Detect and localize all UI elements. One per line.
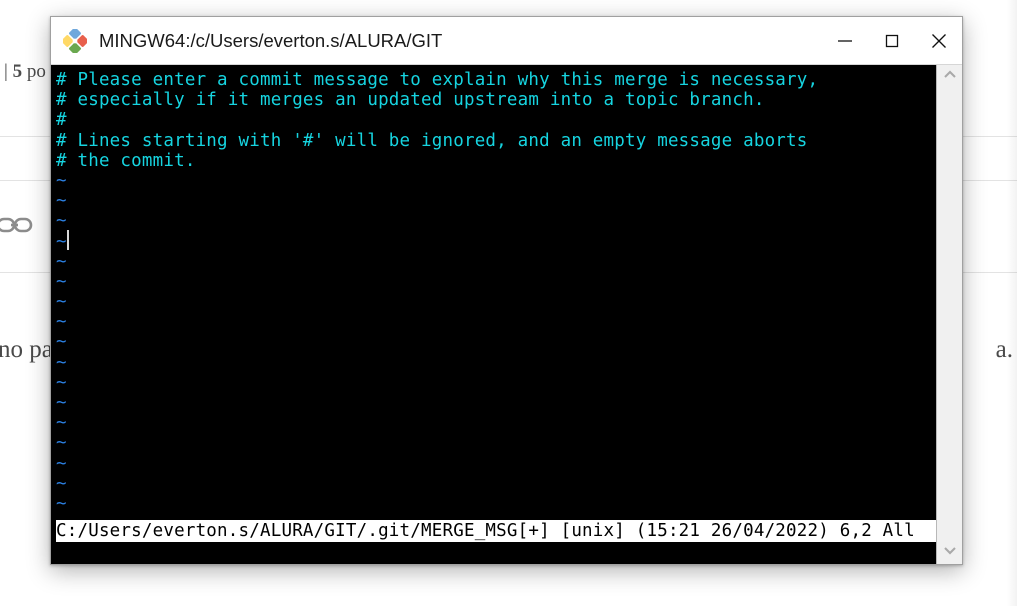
terminal-body[interactable]: # Please enter a commit message to expla… xyxy=(51,65,962,564)
vim-empty-line-marker: ~ xyxy=(56,191,67,212)
maximize-icon xyxy=(881,30,903,52)
vim-empty-line-marker: ~ xyxy=(56,453,67,474)
minimize-button[interactable] xyxy=(821,17,868,64)
background-points-label: | 5 po xyxy=(4,61,46,83)
mingw64-terminal-window[interactable]: MINGW64:/c/Users/everton.s/ALURA/GIT # P… xyxy=(50,16,963,565)
background-points-prefix: | xyxy=(4,61,13,82)
vim-empty-line-marker: ~ xyxy=(56,211,67,232)
scrollbar-track[interactable] xyxy=(937,89,962,540)
background-points-value: 5 xyxy=(12,61,23,82)
window-title-bar[interactable]: MINGW64:/c/Users/everton.s/ALURA/GIT xyxy=(51,17,962,65)
vim-empty-line-marker: ~ xyxy=(56,473,67,494)
vim-empty-line-marker: ~ xyxy=(56,271,67,292)
vim-empty-line-marker: ~ xyxy=(56,372,67,393)
scrollbar-up-button[interactable] xyxy=(937,65,963,89)
vim-empty-line-marker: ~ xyxy=(56,332,67,353)
vim-line: # the commit. xyxy=(56,150,196,171)
vim-empty-line-marker: ~ xyxy=(56,433,67,454)
vim-empty-line-marker: ~ xyxy=(56,352,67,373)
vim-line: # Please enter a commit message to expla… xyxy=(56,70,819,90)
vim-empty-line-marker: ~ xyxy=(56,312,67,333)
vim-empty-line-marker: ~ xyxy=(56,251,67,272)
vim-line: # xyxy=(56,110,67,131)
close-icon xyxy=(927,29,951,53)
vim-status-line: C:/Users/everton.s/ALURA/GIT/.git/MERGE_… xyxy=(56,520,936,542)
vim-empty-line-marker: ~ xyxy=(56,493,67,514)
vim-empty-line-marker: ~ xyxy=(56,231,67,252)
minimize-icon xyxy=(834,30,856,52)
vim-line: # Lines starting with '#' will be ignore… xyxy=(56,130,808,151)
vim-buffer: # Please enter a commit message to expla… xyxy=(51,65,936,534)
vim-empty-line-marker: ~ xyxy=(56,413,67,434)
window-title: MINGW64:/c/Users/everton.s/ALURA/GIT xyxy=(99,29,443,51)
close-button[interactable] xyxy=(915,17,962,64)
chevron-up-icon xyxy=(942,68,958,86)
vim-empty-line-marker: ~ xyxy=(56,170,67,191)
page-edge-shading xyxy=(1007,0,1017,606)
vim-console[interactable]: # Please enter a commit message to expla… xyxy=(51,65,936,564)
vim-empty-line-marker: ~ xyxy=(56,292,67,313)
vim-empty-line-marker: ~ xyxy=(56,393,67,413)
chain-link-icon xyxy=(0,212,36,238)
chevron-down-icon xyxy=(942,543,958,561)
maximize-button[interactable] xyxy=(868,17,915,64)
background-paragraph-left: no pa xyxy=(0,336,53,363)
mingw-git-bash-icon xyxy=(61,26,89,55)
text-cursor xyxy=(67,230,69,250)
background-points-suffix: po xyxy=(22,61,46,82)
vim-line: # especially if it merges an updated ups… xyxy=(56,90,765,111)
console-scrollbar[interactable] xyxy=(936,65,962,564)
scrollbar-down-button[interactable] xyxy=(937,540,963,564)
